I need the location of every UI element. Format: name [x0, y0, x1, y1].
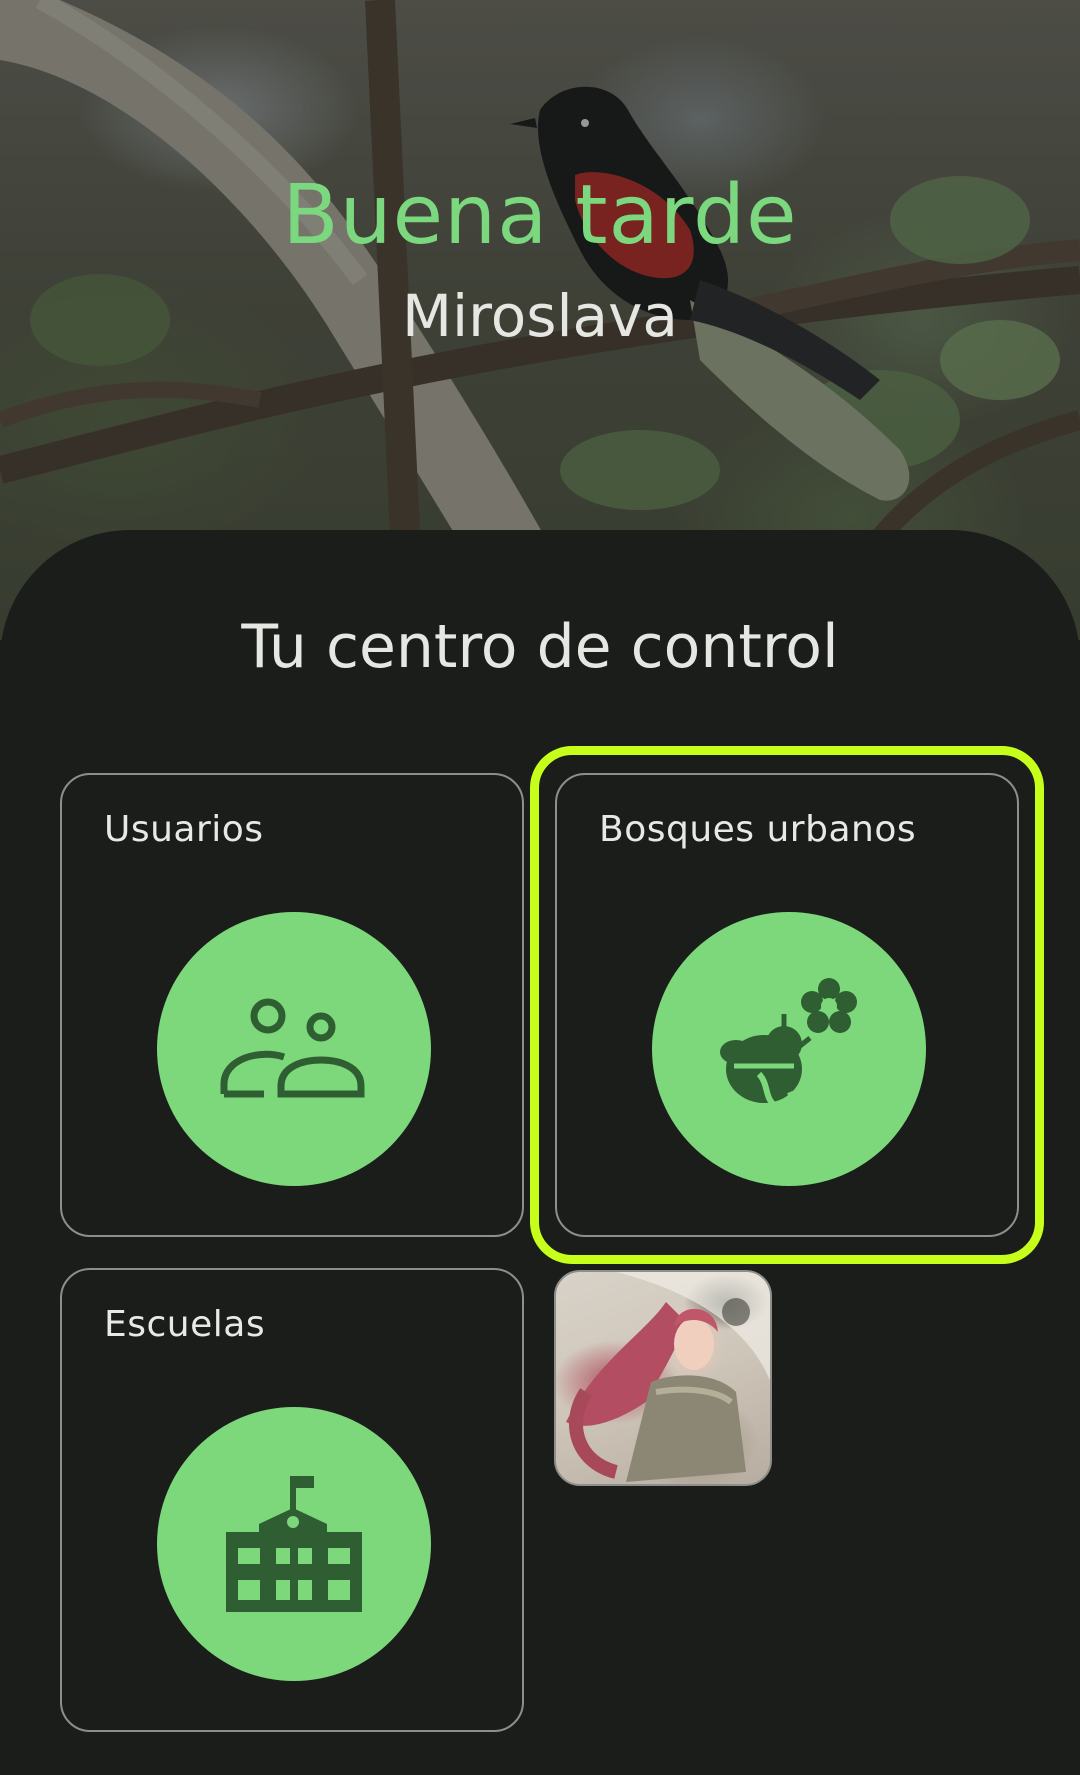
screen: Buena tarde Miroslava Tu centro de contr… — [0, 0, 1080, 1775]
card-usuarios[interactable]: Usuarios — [60, 773, 524, 1237]
school-icon — [226, 1476, 362, 1612]
users-icon — [220, 998, 365, 1098]
user-name: Miroslava — [402, 282, 678, 350]
card-usuarios-icon-circle — [157, 912, 431, 1186]
card-escuelas[interactable]: Escuelas — [60, 1268, 524, 1732]
card-bosques-urbanos-label: Bosques urbanos — [599, 809, 917, 850]
card-usuarios-label: Usuarios — [104, 809, 264, 850]
bee-flower-icon — [720, 978, 857, 1111]
painting-thumbnail-image — [566, 1272, 770, 1482]
card-bosques-urbanos-icon-circle — [652, 912, 926, 1186]
greeting-title: Buena tarde — [282, 168, 798, 263]
card-bosques-urbanos[interactable]: Bosques urbanos — [555, 773, 1019, 1237]
floating-image-thumbnail[interactable] — [554, 1270, 772, 1486]
control-center-title: Tu centro de control — [241, 612, 839, 682]
card-escuelas-label: Escuelas — [104, 1304, 266, 1345]
card-escuelas-icon-circle — [157, 1407, 431, 1681]
